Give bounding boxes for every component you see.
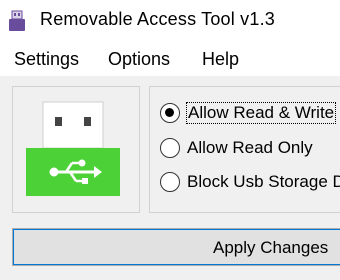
radio-allow-read-only[interactable]: Allow Read Only xyxy=(160,136,340,162)
radio-label[interactable]: Block Usb Storage D xyxy=(187,172,340,192)
menu-bar: Settings Options Help xyxy=(0,42,340,76)
radio-block-usb-storage[interactable]: Block Usb Storage D xyxy=(160,170,340,196)
menu-options[interactable]: Options xyxy=(108,49,170,70)
radio-label[interactable]: Allow Read Only xyxy=(187,138,313,158)
menu-settings[interactable]: Settings xyxy=(14,49,79,70)
radio-button[interactable] xyxy=(160,172,180,192)
apply-changes-button[interactable]: Apply Changes xyxy=(12,228,340,266)
radio-button[interactable] xyxy=(160,138,180,158)
radio-button[interactable] xyxy=(160,103,180,123)
radio-allow-read-write[interactable]: Allow Read & Write xyxy=(160,101,340,127)
radio-label[interactable]: Allow Read & Write xyxy=(185,102,337,124)
title-bar: Removable Access Tool v1.3 xyxy=(0,0,340,42)
window-title: Removable Access Tool v1.3 xyxy=(40,9,275,29)
usb-drive-icon xyxy=(26,101,120,196)
menu-help[interactable]: Help xyxy=(202,49,239,70)
usb-drive-icon xyxy=(9,10,25,31)
apply-changes-label: Apply Changes xyxy=(213,238,329,257)
radio-selected-dot xyxy=(165,108,174,117)
